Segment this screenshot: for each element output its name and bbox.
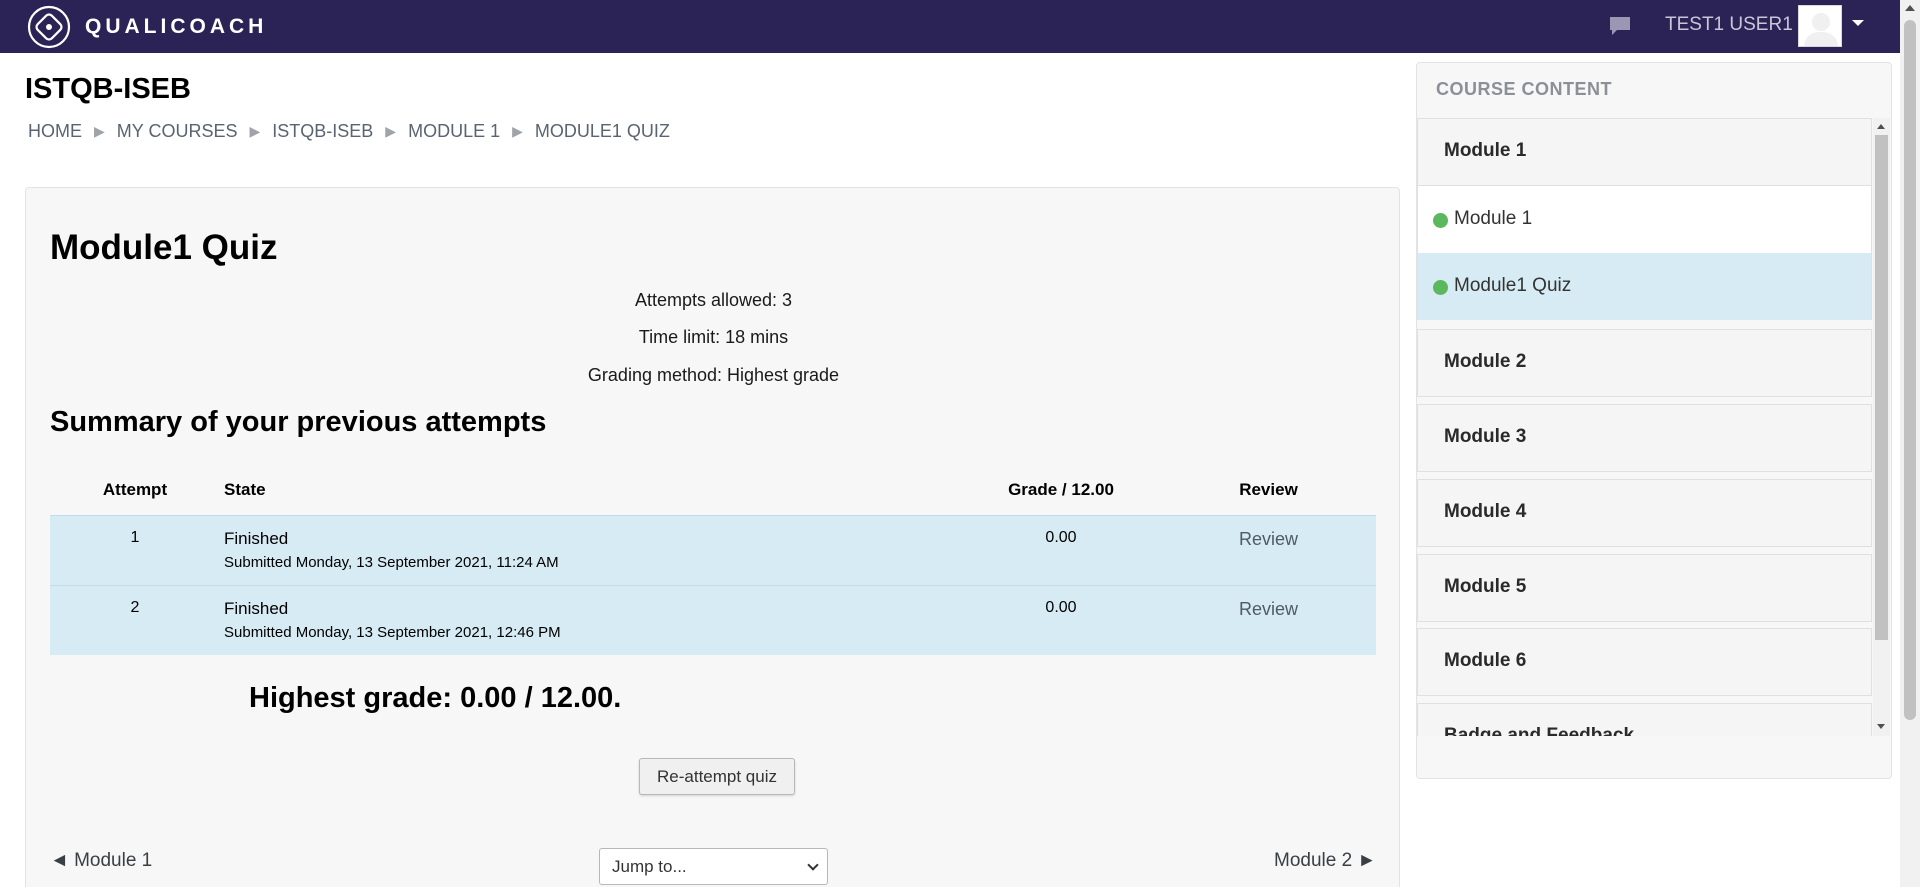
breadcrumb-my-courses[interactable]: MY COURSES: [117, 121, 238, 142]
sidebar-section-badge-feedback[interactable]: Badge and Feedback: [1417, 703, 1872, 736]
attempt-state-cell: Finished Submitted Monday, 13 September …: [220, 514, 961, 585]
sidebar-section-module-2[interactable]: Module 2: [1417, 329, 1872, 397]
chevron-down-icon: [807, 859, 819, 871]
brand-name: QUALICOACH: [85, 15, 268, 38]
quiz-title: Module1 Quiz: [50, 228, 278, 267]
column-header-grade: Grade / 12.00: [1008, 479, 1114, 499]
sidebar-scrollbar[interactable]: [1873, 118, 1890, 736]
completion-check-icon: [1433, 280, 1448, 295]
attempt-review-cell: Review: [1161, 584, 1376, 655]
attempt-grade: 0.00: [961, 514, 1161, 585]
column-header-attempt: Attempt: [102, 479, 168, 499]
page-scrollbar[interactable]: [1900, 0, 1920, 887]
sidebar-section-module-4[interactable]: Module 4: [1417, 479, 1872, 547]
breadcrumb-quiz[interactable]: MODULE1 QUIZ: [535, 121, 670, 142]
scroll-up-arrow-icon[interactable]: [1905, 5, 1915, 11]
attempt-submitted: Submitted Monday, 13 September 2021, 12:…: [224, 623, 561, 641]
breadcrumb-separator-icon: ▶: [94, 123, 105, 139]
breadcrumb-course[interactable]: ISTQB-ISEB: [272, 121, 373, 142]
breadcrumb-separator-icon: ▶: [249, 123, 261, 139]
table-row: 1 Finished Submitted Monday, 13 Septembe…: [50, 514, 1376, 585]
top-navbar: QUALICOACH TEST1 USER1: [0, 0, 1900, 53]
sidebar-item-label: Module 1: [1454, 208, 1533, 229]
column-header-review: Review: [1239, 479, 1298, 499]
sidebar-section-label: Module 5: [1444, 576, 1527, 597]
sidebar-section-label: Module 2: [1444, 351, 1527, 372]
chevron-down-icon[interactable]: [1852, 20, 1864, 26]
page-title: ISTQB-ISEB: [25, 73, 191, 105]
reattempt-quiz-button[interactable]: Re-attempt quiz: [639, 758, 795, 795]
chat-bubble-icon[interactable]: [1608, 15, 1632, 37]
sidebar-item-label: Module1 Quiz: [1454, 275, 1572, 296]
prev-activity-link[interactable]: ◄ Module 1: [50, 850, 152, 872]
attempt-number: 2: [50, 584, 220, 655]
next-activity-link[interactable]: Module 2 ►: [1274, 850, 1376, 872]
sidebar-section-module-5[interactable]: Module 5: [1417, 554, 1872, 622]
quiz-main-card: Module1 Quiz Attempts allowed: 3 Time li…: [25, 187, 1400, 887]
sidebar-item-module1-quiz[interactable]: Module1 Quiz: [1417, 253, 1872, 320]
sidebar-item-module-1[interactable]: Module 1: [1417, 186, 1872, 253]
attempt-grade: 0.00: [961, 584, 1161, 655]
avatar[interactable]: [1798, 5, 1842, 47]
breadcrumb-separator-icon: ▶: [512, 123, 523, 139]
course-content-list: Module 1 Module 1 Module1 Quiz Module 2 …: [1417, 118, 1872, 736]
attempt-state-cell: Finished Submitted Monday, 13 September …: [220, 584, 961, 655]
user-menu-name[interactable]: TEST1 USER1: [1665, 14, 1793, 36]
page-scrollbar-thumb[interactable]: [1904, 20, 1916, 720]
breadcrumb-separator-icon: ▶: [385, 123, 397, 139]
breadcrumb-home[interactable]: HOME: [28, 121, 82, 142]
jump-to-select[interactable]: Jump to...: [599, 848, 828, 885]
breadcrumb-module[interactable]: MODULE 1: [408, 121, 500, 142]
user-silhouette-icon: [1804, 13, 1838, 46]
qualicoach-logo-icon: [27, 5, 71, 49]
review-link[interactable]: Review: [1239, 529, 1298, 549]
jump-to-select-value: Jump to...: [612, 857, 687, 876]
sidebar-section-module-3[interactable]: Module 3: [1417, 404, 1872, 472]
course-content-sidebar: COURSE CONTENT Module 1 Module 1 Module1…: [1416, 62, 1892, 779]
scroll-down-arrow-icon[interactable]: [1877, 724, 1885, 729]
breadcrumb: HOME ▶ MY COURSES ▶ ISTQB-ISEB ▶ MODULE …: [28, 121, 670, 142]
attempt-submitted: Submitted Monday, 13 September 2021, 11:…: [224, 553, 559, 571]
sidebar-section-label: Module 4: [1444, 501, 1527, 522]
time-limit-text: Time limit: 18 mins: [638, 327, 789, 347]
table-row: 2 Finished Submitted Monday, 13 Septembe…: [50, 584, 1376, 655]
sidebar-section-module-1[interactable]: Module 1: [1417, 118, 1872, 186]
attempt-review-cell: Review: [1161, 514, 1376, 585]
sidebar-section-label: Module 1: [1444, 140, 1527, 161]
highest-grade-text: Highest grade: 0.00 / 12.00.: [249, 682, 622, 714]
attempt-number: 1: [50, 514, 220, 585]
table-header-row: Attempt State Grade / 12.00 Review: [50, 465, 1376, 515]
attempts-table: Attempt State Grade / 12.00 Review 1 Fin…: [50, 465, 1376, 655]
sidebar-section-label: Badge and Feedback: [1444, 725, 1635, 736]
sidebar-section-label: Module 3: [1444, 426, 1527, 447]
attempts-allowed-text: Attempts allowed: 3: [634, 290, 793, 310]
brand-logo[interactable]: QUALICOACH: [27, 5, 267, 49]
sidebar-section-label: Module 6: [1444, 650, 1527, 671]
column-header-state: State: [224, 479, 266, 499]
sidebar-section-module-6[interactable]: Module 6: [1417, 628, 1872, 696]
review-link[interactable]: Review: [1239, 599, 1298, 619]
scroll-up-arrow-icon[interactable]: [1877, 124, 1885, 129]
completion-check-icon: [1433, 213, 1448, 228]
grading-method-text: Grading method: Highest grade: [587, 365, 840, 385]
sidebar-scrollbar-thumb[interactable]: [1875, 135, 1888, 640]
attempt-state: Finished: [224, 598, 289, 618]
attempt-state: Finished: [224, 528, 289, 548]
attempts-summary-title: Summary of your previous attempts: [50, 406, 547, 438]
sidebar-title: COURSE CONTENT: [1436, 79, 1613, 99]
